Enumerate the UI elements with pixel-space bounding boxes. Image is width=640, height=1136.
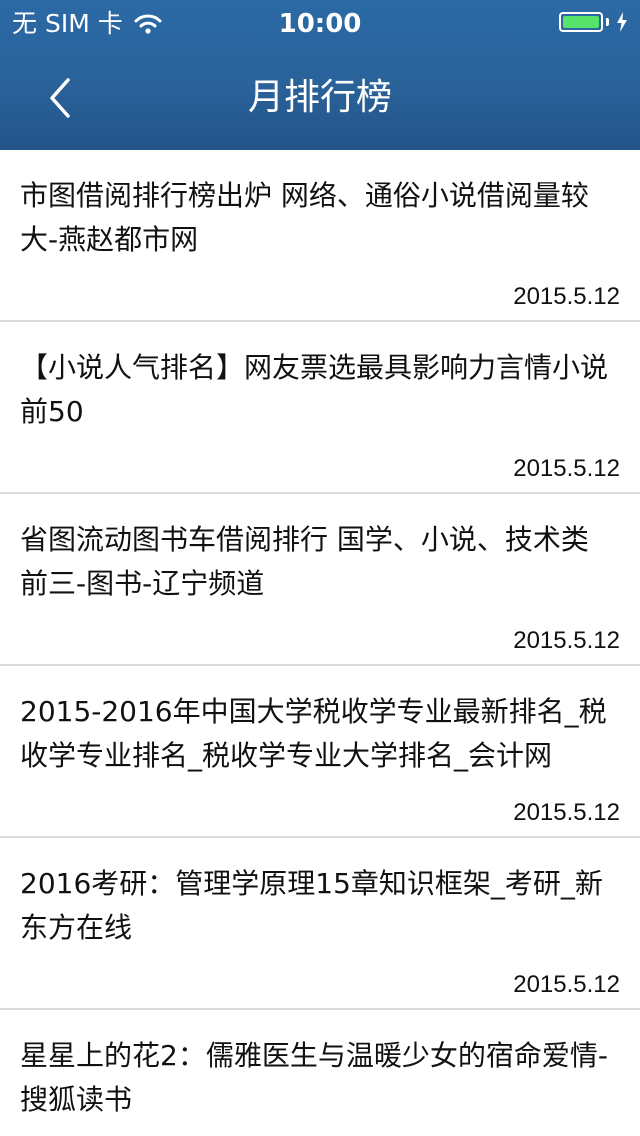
item-title: 星星上的花2：儒雅医生与温暖少女的宿命爱情-搜狐读书	[20, 1039, 608, 1116]
status-time: 10:00	[278, 9, 362, 39]
item-date: 2015.5.12	[513, 971, 620, 998]
item-title: 省图流动图书车借阅排行 国学、小说、技术类前三-图书-辽宁频道	[20, 523, 589, 600]
header: 无 SIM 卡 10:00 月排行榜	[0, 0, 640, 150]
item-date: 2015.5.12	[513, 799, 620, 826]
list-item[interactable]: 2016考研：管理学原理15章知识框架_考研_新东方在线 2015.5.12	[0, 838, 640, 1010]
nav-bar: 月排行榜	[0, 46, 640, 150]
item-title: 【小说人气排名】网友票选最具影响力言情小说前50	[20, 351, 609, 428]
charging-icon	[617, 12, 627, 32]
item-date: 2015.5.12	[513, 627, 620, 654]
item-title: 2015-2016年中国大学税收学专业最新排名_税收学专业排名_税收学专业大学排…	[20, 695, 607, 772]
list-item[interactable]: 省图流动图书车借阅排行 国学、小说、技术类前三-图书-辽宁频道 2015.5.1…	[0, 494, 640, 666]
list-item[interactable]: 2015-2016年中国大学税收学专业最新排名_税收学专业排名_税收学专业大学排…	[0, 666, 640, 838]
list-item[interactable]: 星星上的花2：儒雅医生与温暖少女的宿命爱情-搜狐读书	[0, 1010, 640, 1136]
news-list: 市图借阅排行榜出炉 网络、通俗小说借阅量较大-燕赵都市网 2015.5.12 【…	[0, 150, 640, 1136]
battery-icon	[559, 12, 628, 32]
page-title: 月排行榜	[247, 77, 392, 118]
battery-level	[563, 16, 599, 28]
item-date: 2015.5.12	[513, 283, 620, 310]
status-bar: 无 SIM 卡 10:00	[0, 0, 640, 46]
battery-body	[559, 12, 603, 32]
list-item[interactable]: 【小说人气排名】网友票选最具影响力言情小说前50 2015.5.12	[0, 322, 640, 494]
battery-tip	[606, 18, 609, 26]
list-item[interactable]: 市图借阅排行榜出炉 网络、通俗小说借阅量较大-燕赵都市网 2015.5.12	[0, 150, 640, 322]
item-title: 市图借阅排行榜出炉 网络、通俗小说借阅量较大-燕赵都市网	[20, 179, 589, 256]
item-title: 2016考研：管理学原理15章知识框架_考研_新东方在线	[20, 867, 603, 944]
item-date: 2015.5.12	[513, 455, 620, 482]
